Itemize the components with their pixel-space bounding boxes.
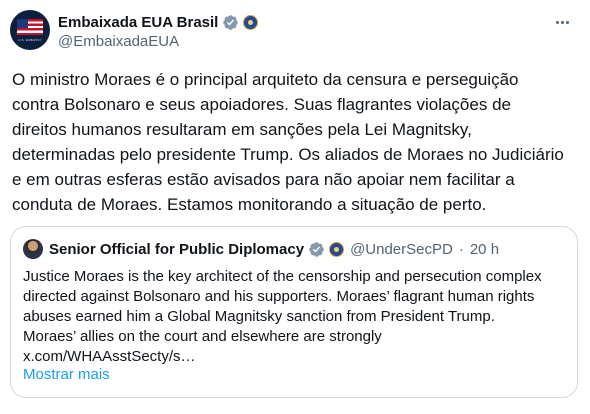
tweet-header: U.S. EMBASSY Embaixada EUA Brasil @Embai… bbox=[10, 10, 580, 54]
tweet-text-line: e em outras esferas estão avisados para … bbox=[12, 170, 515, 189]
tweet-text-line: O ministro Moraes é o principal arquitet… bbox=[12, 70, 519, 89]
quoted-timestamp[interactable]: 20 h bbox=[470, 241, 499, 258]
quoted-tweet-header: Senior Official for Public Diplomacy @Un… bbox=[23, 239, 499, 259]
more-options-icon[interactable] bbox=[552, 14, 572, 30]
us-embassy-avatar[interactable]: U.S. EMBASSY bbox=[10, 10, 50, 50]
quoted-text-line: x.com/WHAAsstSecty/s… bbox=[23, 348, 196, 365]
government-seal-icon bbox=[243, 14, 259, 30]
quoted-tweet-text: Justice Moraes is the key architect of t… bbox=[23, 267, 568, 367]
author-handle[interactable]: @EmbaixadaEUA bbox=[58, 33, 179, 50]
quoted-text-line: Moraes’ allies on the court and elsewher… bbox=[23, 328, 382, 345]
tweet-text-line: determinadas pelo presidente Trump. Os a… bbox=[12, 145, 564, 164]
separator-dot: · bbox=[458, 240, 464, 258]
quoted-author-name: Senior Official for Public Diplomacy bbox=[49, 240, 305, 258]
verified-badge-icon bbox=[309, 241, 324, 257]
quoted-text-line: abuses earned him a Global Magnitsky san… bbox=[23, 308, 495, 325]
quoted-author-handle: @UnderSecPD bbox=[350, 240, 453, 258]
quoted-author-avatar bbox=[23, 239, 43, 259]
quoted-text-line: directed against Bolsonaro and his suppo… bbox=[23, 288, 535, 305]
tweet-text-line: conduta de Moraes. Estamos monitorando a… bbox=[12, 195, 487, 214]
quoted-text-line: Justice Moraes is the key architect of t… bbox=[23, 268, 542, 285]
tweet-text-line: direitos humanos resultaram em sanções p… bbox=[12, 120, 472, 139]
tweet-text: O ministro Moraes é o principal arquitet… bbox=[12, 67, 582, 217]
quoted-tweet-card[interactable]: Senior Official for Public Diplomacy @Un… bbox=[10, 226, 578, 398]
us-flag-icon bbox=[17, 19, 43, 35]
author-display-name[interactable]: Embaixada EUA Brasil bbox=[58, 14, 218, 31]
tweet-text-line: contra Bolsonaro e seus apoiadores. Suas… bbox=[12, 95, 511, 114]
verified-badge-icon bbox=[223, 14, 239, 30]
author-name-row: Embaixada EUA Brasil bbox=[58, 12, 259, 32]
government-seal-icon bbox=[329, 241, 345, 257]
show-more-link[interactable]: Mostrar mais bbox=[23, 366, 110, 383]
